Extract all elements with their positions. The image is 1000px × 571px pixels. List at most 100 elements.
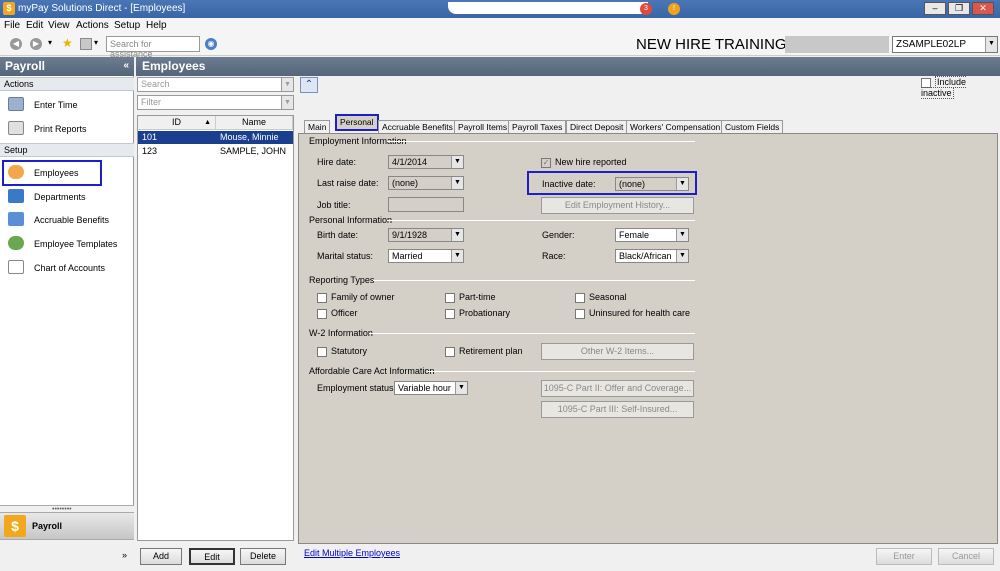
- close-button[interactable]: ✕: [972, 2, 994, 15]
- table-row[interactable]: 101 Mouse, Minnie: [138, 131, 293, 144]
- collapse-details-icon[interactable]: ⌃: [300, 77, 318, 93]
- search-go-icon[interactable]: ◉: [205, 38, 217, 50]
- minimize-button[interactable]: –: [924, 2, 946, 15]
- seasonal-checkbox[interactable]: Seasonal: [575, 292, 627, 303]
- part-time-checkbox[interactable]: Part-time: [445, 292, 496, 303]
- favorites-list-icon[interactable]: [80, 38, 92, 50]
- restore-button[interactable]: ❐: [948, 2, 970, 15]
- nav-bottom-area: •••••••• $ Payroll »: [0, 505, 134, 571]
- chevron-down-icon[interactable]: ▼: [281, 96, 293, 109]
- other-w2-items-button[interactable]: Other W-2 Items...: [541, 343, 694, 360]
- chevron-down-icon[interactable]: ▼: [676, 250, 688, 262]
- chevron-down-icon[interactable]: ▼: [985, 37, 997, 52]
- collapse-nav-icon[interactable]: «: [123, 60, 129, 71]
- probationary-checkbox[interactable]: Probationary: [445, 308, 510, 319]
- table-row[interactable]: 123 SAMPLE, JOHN: [138, 145, 293, 158]
- menu-edit[interactable]: Edit: [26, 20, 43, 31]
- tab-workers-compensation[interactable]: Workers' Compensation: [626, 120, 725, 133]
- payroll-icon: $: [4, 515, 26, 537]
- menu-file[interactable]: File: [4, 20, 20, 31]
- payroll-module-button[interactable]: $ Payroll: [0, 512, 134, 540]
- chevron-down-icon[interactable]: ▼: [451, 156, 463, 168]
- configure-buttons-icon[interactable]: »: [122, 550, 127, 560]
- departments-icon: [8, 189, 24, 203]
- inactive-date-field[interactable]: (none) ▼: [615, 177, 689, 191]
- column-header-name[interactable]: Name: [216, 116, 293, 130]
- menu-view[interactable]: View: [48, 20, 70, 31]
- edit-multiple-employees-link[interactable]: Edit Multiple Employees: [304, 548, 400, 558]
- last-raise-field[interactable]: (none) ▼: [388, 176, 464, 190]
- chevron-down-icon[interactable]: ▼: [676, 229, 688, 241]
- row-id: 123: [142, 146, 158, 156]
- notification-tray[interactable]: 3 !: [448, 2, 680, 15]
- panel-header: Employees: [136, 57, 1000, 76]
- tab-main[interactable]: Main: [304, 120, 331, 133]
- nav-item-label: Print Reports: [34, 124, 87, 134]
- chevron-down-icon[interactable]: ▼: [676, 178, 688, 190]
- statutory-checkbox[interactable]: Statutory: [317, 346, 367, 357]
- cancel-button[interactable]: Cancel: [938, 548, 994, 565]
- ledger-icon: [8, 260, 24, 274]
- tab-personal[interactable]: Personal: [335, 114, 379, 131]
- add-button[interactable]: Add: [140, 548, 182, 565]
- toolbar: ◀ ▶ ▾ ★ ▾ Search for assistance ◉ NEW HI…: [0, 34, 1000, 59]
- tab-accruable-benefits[interactable]: Accruable Benefits: [378, 120, 457, 133]
- warning-icon[interactable]: !: [668, 3, 680, 15]
- birth-date-field[interactable]: 9/1/1928 ▼: [388, 228, 464, 242]
- chevron-down-icon[interactable]: ▼: [451, 177, 463, 189]
- menu-setup[interactable]: Setup: [114, 20, 140, 31]
- forward-icon[interactable]: ▶: [30, 38, 42, 50]
- company-select[interactable]: ZSAMPLE02LP ▼: [892, 36, 998, 53]
- family-of-owner-checkbox[interactable]: Family of owner: [317, 292, 395, 303]
- chevron-down-icon[interactable]: ▼: [451, 250, 463, 262]
- job-title-input[interactable]: [388, 197, 464, 212]
- new-hire-reported-label: New hire reported: [555, 157, 627, 167]
- gender-select[interactable]: Female ▼: [615, 228, 689, 242]
- chevron-down-icon[interactable]: ▼: [455, 382, 467, 394]
- form-1095c-part3-button[interactable]: 1095-C Part III: Self-Insured...: [541, 401, 694, 418]
- retirement-plan-checkbox[interactable]: Retirement plan: [445, 346, 523, 357]
- inactive-date-label: Inactive date:: [542, 179, 596, 189]
- include-inactive-checkbox[interactable]: Include inactive: [921, 76, 1000, 99]
- employment-status-select[interactable]: Variable hour ▼: [394, 381, 468, 395]
- tab-direct-deposit[interactable]: Direct Deposit: [566, 120, 628, 133]
- marital-status-select[interactable]: Married ▼: [388, 249, 464, 263]
- employment-status-label: Employment status:: [317, 383, 397, 393]
- employee-filter-input[interactable]: Filter ▼: [137, 95, 294, 110]
- form-1095c-part2-button[interactable]: 1095-C Part II: Offer and Coverage...: [541, 380, 694, 397]
- notification-count-badge[interactable]: 3: [640, 3, 652, 15]
- tab-custom-fields[interactable]: Custom Fields: [721, 120, 784, 133]
- edit-button[interactable]: Edit: [189, 548, 235, 565]
- uninsured-checkbox[interactable]: Uninsured for health care: [575, 308, 690, 319]
- column-header-id[interactable]: ID ▲: [138, 116, 216, 130]
- row-name: SAMPLE, JOHN: [220, 146, 287, 156]
- nav-item-label: Chart of Accounts: [34, 263, 106, 273]
- menu-actions[interactable]: Actions: [76, 20, 109, 31]
- favorites-dropdown-icon[interactable]: ▾: [94, 38, 98, 47]
- favorites-star-icon[interactable]: ★: [62, 36, 73, 50]
- employee-search-input[interactable]: Search ▼: [137, 77, 294, 92]
- menu-help[interactable]: Help: [146, 20, 167, 31]
- history-dropdown-icon[interactable]: ▾: [48, 38, 52, 47]
- officer-checkbox[interactable]: Officer: [317, 308, 357, 319]
- template-people-icon: [8, 236, 24, 250]
- group-divider: [427, 371, 695, 372]
- delete-button[interactable]: Delete: [240, 548, 286, 565]
- nav-header: Payroll «: [0, 57, 134, 76]
- back-icon[interactable]: ◀: [10, 38, 22, 50]
- check-icon[interactable]: ✓: [541, 157, 551, 168]
- hire-date-field[interactable]: 4/1/2014 ▼: [388, 155, 464, 169]
- gender-label: Gender:: [542, 230, 575, 240]
- enter-button[interactable]: Enter: [876, 548, 932, 565]
- tab-payroll-items[interactable]: Payroll Items: [454, 120, 512, 133]
- new-hire-reported-checkbox[interactable]: ✓ New hire reported: [541, 157, 627, 168]
- edit-employment-history-button[interactable]: Edit Employment History...: [541, 197, 694, 214]
- chevron-down-icon[interactable]: ▼: [281, 78, 293, 91]
- tab-payroll-taxes[interactable]: Payroll Taxes: [508, 120, 567, 133]
- assistance-search-input[interactable]: Search for assistance: [106, 36, 200, 59]
- race-select[interactable]: Black/African ▼: [615, 249, 689, 263]
- aca-group-title: Affordable Care Act Information: [309, 366, 435, 376]
- section-actions: Actions: [0, 77, 134, 91]
- chevron-down-icon[interactable]: ▼: [451, 229, 463, 241]
- menu-bar: File Edit View Actions Setup Help: [0, 18, 1000, 34]
